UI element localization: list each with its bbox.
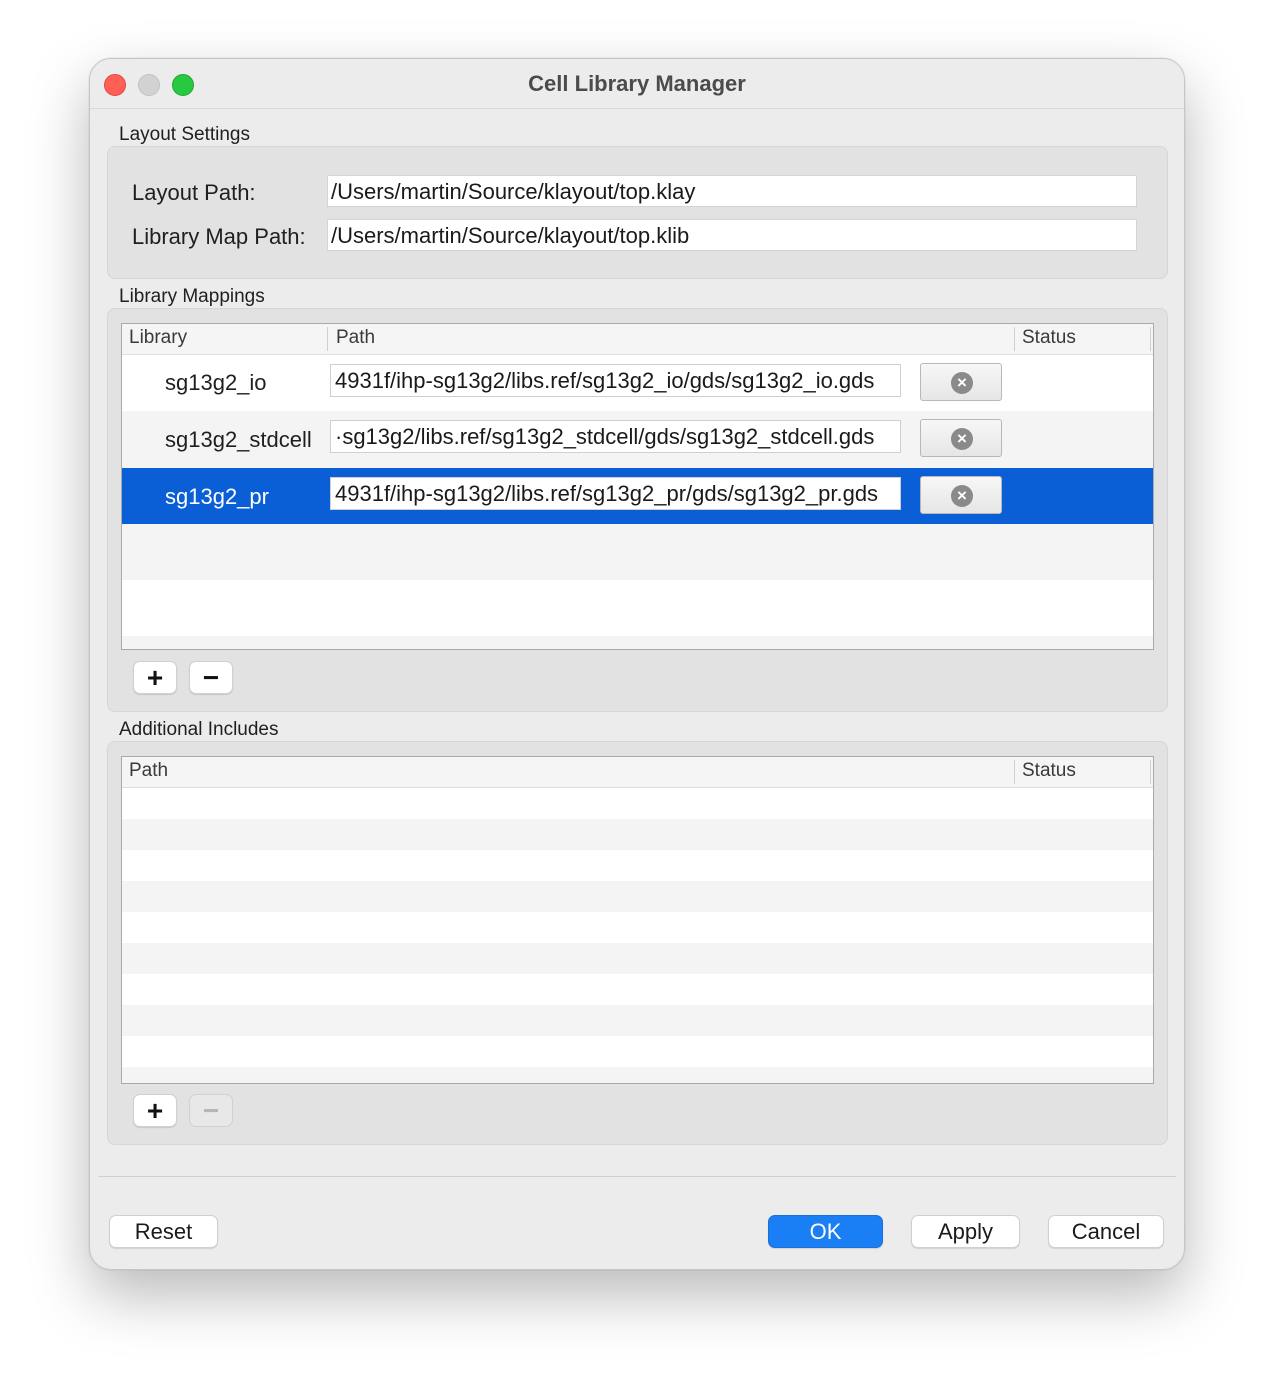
empty-row [122,524,1153,580]
library-mappings-group: Library Path Status sg13g2_io 4931f/ihp-… [107,308,1168,712]
empty-row [122,1067,1153,1083]
library-row-sg13g2-pr[interactable]: sg13g2_pr 4931f/ihp-sg13g2/libs.ref/sg13… [122,468,1153,524]
empty-row [122,881,1153,912]
library-path-field[interactable]: ·sg13g2/libs.ref/sg13g2_stdcell/gds/sg13… [330,420,901,453]
library-row-sg13g2-io[interactable]: sg13g2_io 4931f/ihp-sg13g2/libs.ref/sg13… [122,355,1153,411]
library-path-text: ·sg13g2/libs.ref/sg13g2_stdcell/gds/sg13… [335,424,875,449]
library-mappings-header: Library Path Status [122,324,1153,355]
title-bar: Cell Library Manager [90,59,1184,109]
reset-button[interactable]: Reset [109,1215,218,1248]
additional-includes-table: Path Status [121,756,1154,1084]
footer-divider [98,1176,1176,1177]
empty-row [122,850,1153,881]
library-path-text: 4931f/ihp-sg13g2/libs.ref/sg13g2_io/gds/… [335,368,875,393]
column-separator [1014,327,1015,351]
library-path-field[interactable]: 4931f/ihp-sg13g2/libs.ref/sg13g2_io/gds/… [330,364,901,397]
library-name: sg13g2_io [165,370,267,395]
empty-row [122,943,1153,974]
column-separator [327,327,328,351]
column-header-status[interactable]: Status [1022,327,1076,349]
ok-button[interactable]: OK [768,1215,883,1248]
plus-icon: + [146,662,164,693]
empty-row [122,788,1153,819]
apply-button[interactable]: Apply [911,1215,1020,1248]
library-name: sg13g2_pr [165,484,269,509]
library-mappings-label: Library Mappings [119,286,265,307]
plus-icon: + [146,1095,164,1126]
column-separator [1150,760,1151,784]
library-map-path-field[interactable]: /Users/martin/Source/klayout/top.klib [327,219,1137,251]
column-separator [1150,327,1151,351]
cell-library-manager-window: Cell Library Manager Layout Settings Lay… [89,58,1185,1270]
clear-path-button[interactable]: × [920,419,1002,457]
clear-path-button[interactable]: × [920,363,1002,401]
layout-settings-label: Layout Settings [119,124,250,145]
empty-row [122,974,1153,1005]
empty-row [122,1036,1153,1067]
layout-path-label: Layout Path: [132,180,256,205]
remove-library-button[interactable]: − [189,661,233,694]
clear-path-button[interactable]: × [920,476,1002,514]
add-library-button[interactable]: + [133,661,177,694]
layout-settings-group: Layout Path: /Users/martin/Source/klayou… [107,146,1168,279]
remove-include-button[interactable]: − [189,1094,233,1127]
column-header-path[interactable]: Path [336,327,375,349]
library-name: sg13g2_stdcell [165,427,312,452]
minus-icon: − [202,662,220,693]
close-circle-icon: × [951,428,973,450]
additional-includes-header: Path Status [122,757,1153,788]
library-path-text: 4931f/ihp-sg13g2/libs.ref/sg13g2_pr/gds/… [335,481,879,506]
column-header-status[interactable]: Status [1022,760,1076,782]
empty-row [122,636,1153,649]
empty-row [122,580,1153,636]
column-header-library[interactable]: Library [129,327,187,349]
close-circle-icon: × [951,485,973,507]
layout-path-field[interactable]: /Users/martin/Source/klayout/top.klay [327,175,1137,207]
library-map-path-label: Library Map Path: [132,224,306,249]
empty-row [122,819,1153,850]
cancel-button[interactable]: Cancel [1048,1215,1164,1248]
empty-row [122,1005,1153,1036]
column-header-path[interactable]: Path [129,760,168,782]
close-circle-icon: × [951,372,973,394]
additional-includes-group: Path Status + − [107,741,1168,1145]
empty-row [122,912,1153,943]
add-include-button[interactable]: + [133,1094,177,1127]
library-path-field[interactable]: 4931f/ihp-sg13g2/libs.ref/sg13g2_pr/gds/… [330,477,901,510]
library-mappings-table: Library Path Status sg13g2_io 4931f/ihp-… [121,323,1154,650]
minus-icon: − [202,1095,220,1126]
library-row-sg13g2-stdcell[interactable]: sg13g2_stdcell ·sg13g2/libs.ref/sg13g2_s… [122,411,1153,468]
window-title: Cell Library Manager [528,71,746,96]
column-separator [1014,760,1015,784]
additional-includes-label: Additional Includes [119,719,279,740]
